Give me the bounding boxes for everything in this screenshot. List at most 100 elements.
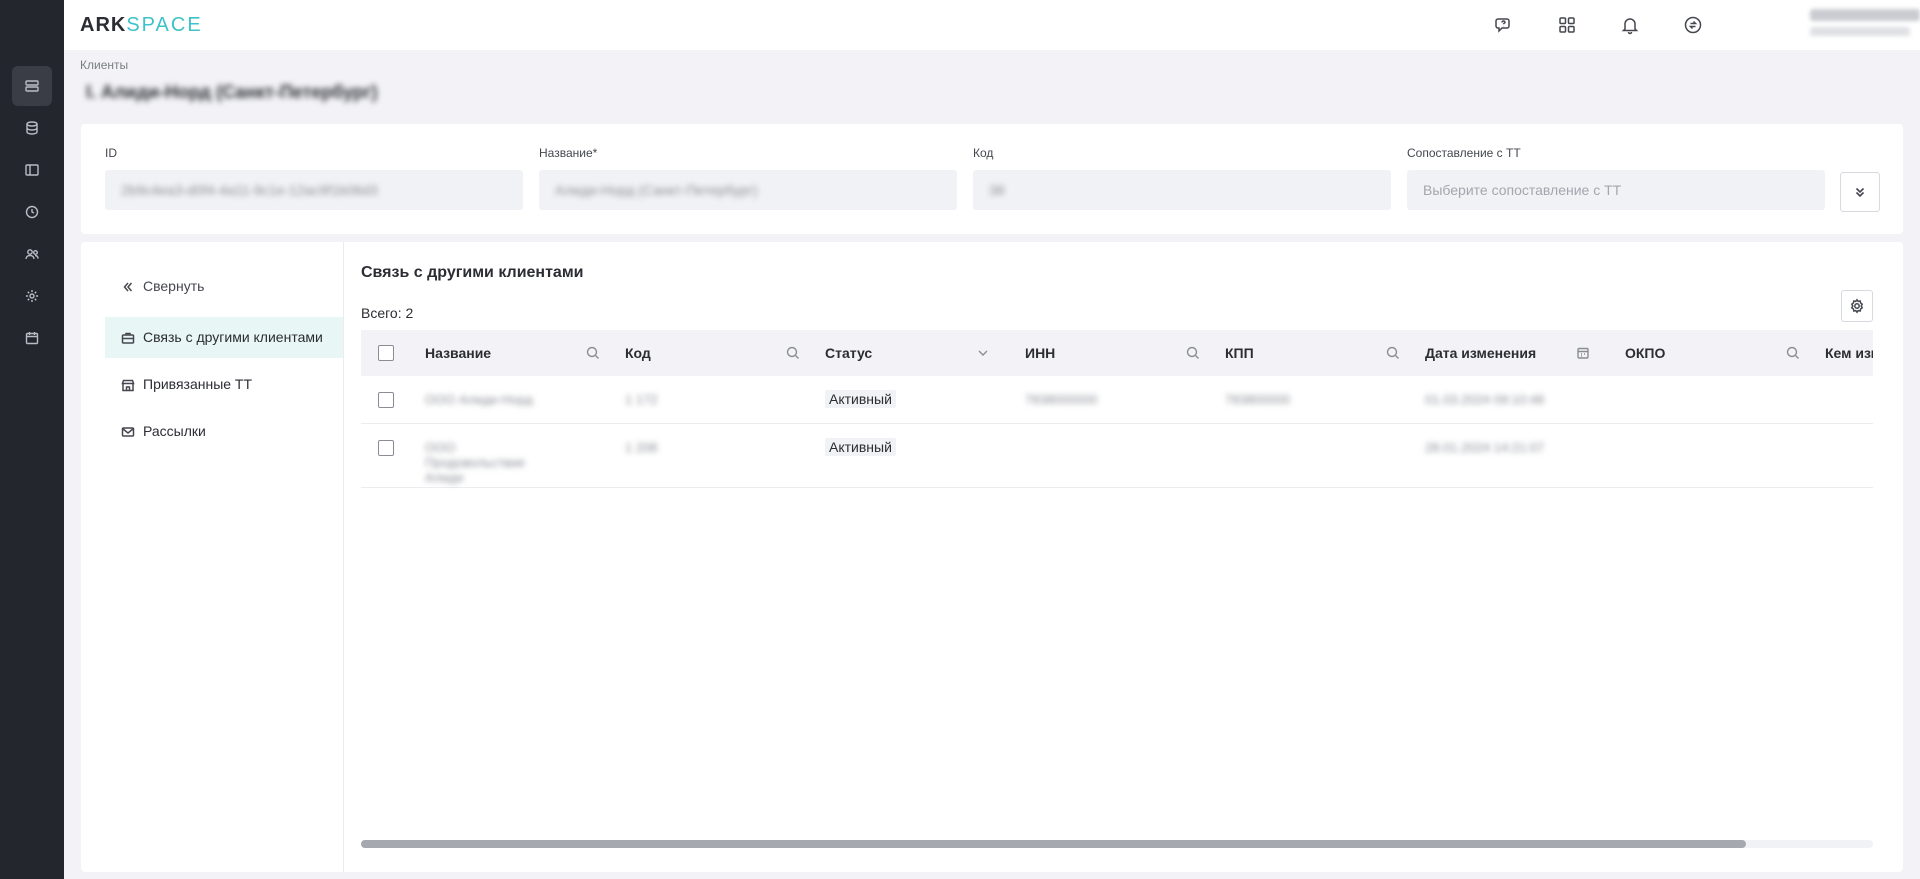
cell-name: ООО Алиди-Норд <box>425 392 533 407</box>
client-form-card: ID 2b9c4ea3-d0f4-4a11-9c1e-12ac9f1b06d3 … <box>81 124 1903 234</box>
expand-form-button[interactable] <box>1840 172 1880 212</box>
column-title: ИНН <box>1025 345 1056 361</box>
page-title: I. Алиди-Норд (Санкт-Петербург) <box>86 82 378 102</box>
column-header-changed-by[interactable]: Кем изм <box>1825 330 1873 376</box>
cell-kpp: 783800000 <box>1225 392 1291 407</box>
logo-ark: ARK <box>80 14 127 36</box>
divider <box>343 242 344 872</box>
search-icon[interactable] <box>1385 345 1401 361</box>
match-select[interactable]: Выберите сопоставление с ТТ <box>1407 170 1825 210</box>
rail-layout-icon[interactable] <box>12 150 52 190</box>
table-row[interactable]: ООО Алиди-Норд 1 172 Активный 7838000000… <box>361 376 1873 424</box>
name-value: Алиди-Норд (Санкт-Петербург) <box>555 182 758 198</box>
column-title: Код <box>625 345 651 361</box>
collapse-label: Свернуть <box>143 278 205 294</box>
name-input[interactable]: Алиди-Норд (Санкт-Петербург) <box>539 170 957 210</box>
section-title: Связь с другими клиентами <box>361 264 584 281</box>
logo-space: SPACE <box>126 14 203 36</box>
column-header-okpo[interactable]: ОКПО <box>1625 330 1815 376</box>
cell-name: ООО Продовольствие Алиди <box>425 440 526 485</box>
column-title: Кем изм <box>1825 345 1873 361</box>
code-input[interactable]: 38 <box>973 170 1391 210</box>
name-label: Название* <box>539 146 598 160</box>
double-chevron-down-icon <box>1855 187 1865 198</box>
horizontal-scrollbar[interactable] <box>361 840 1873 848</box>
calendar-icon[interactable] <box>1575 345 1591 361</box>
bell-icon[interactable] <box>1618 13 1642 37</box>
table-row[interactable]: ООО Продовольствие Алиди 1 208 Активный … <box>361 424 1873 488</box>
app-logo[interactable]: ARKSPACE <box>80 14 203 37</box>
rail-users-icon[interactable] <box>12 234 52 274</box>
cell-code: 1 208 <box>625 440 658 455</box>
rail-settings-icon[interactable] <box>12 276 52 316</box>
sync-icon[interactable] <box>1681 13 1705 37</box>
match-label: Сопоставление с ТТ <box>1407 146 1521 160</box>
column-header-code[interactable]: Код <box>625 330 815 376</box>
store-icon <box>121 379 135 392</box>
cell-code: 1 172 <box>625 392 658 407</box>
relations-card: Свернуть Связь с другими клиентами Привя… <box>81 242 1903 872</box>
column-title: Название <box>425 345 492 361</box>
id-input[interactable]: 2b9c4ea3-d0f4-4a11-9c1e-12ac9f1b06d3 <box>105 170 523 210</box>
match-field: Сопоставление с ТТ Выберите сопоставлени… <box>1407 146 1825 210</box>
search-icon[interactable] <box>1185 345 1201 361</box>
support-chat-icon[interactable] <box>1492 13 1516 37</box>
column-title: Статус <box>825 345 873 361</box>
search-icon[interactable] <box>585 345 601 361</box>
breadcrumb[interactable]: Клиенты <box>80 58 128 72</box>
side-item-label: Связь с другими клиентами <box>143 329 323 345</box>
column-header-name[interactable]: Название <box>425 330 615 376</box>
side-item-relations[interactable]: Связь с другими клиентами <box>105 317 343 358</box>
apps-grid-icon[interactable] <box>1555 13 1579 37</box>
user-role-blurred <box>1810 27 1910 36</box>
id-value: 2b9c4ea3-d0f4-4a11-9c1e-12ac9f1b06d3 <box>121 182 378 198</box>
column-header-date[interactable]: Дата изменения <box>1425 330 1615 376</box>
side-item-label: Рассылки <box>143 423 206 439</box>
code-label: Код <box>973 146 994 160</box>
id-field: ID 2b9c4ea3-d0f4-4a11-9c1e-12ac9f1b06d3 <box>105 146 523 210</box>
code-value: 38 <box>989 182 1005 198</box>
column-header-kpp[interactable]: КПП <box>1225 330 1415 376</box>
side-item-mailings[interactable]: Рассылки <box>105 411 343 452</box>
mail-icon <box>121 427 135 437</box>
id-label: ID <box>105 146 117 160</box>
column-header-status[interactable]: Статус <box>825 330 1015 376</box>
briefcase-icon <box>121 332 135 344</box>
row-checkbox[interactable] <box>378 440 394 456</box>
rail-database-icon[interactable] <box>12 108 52 148</box>
rail-clients-icon[interactable] <box>12 66 52 106</box>
user-name-blurred <box>1810 9 1920 21</box>
double-chevron-left-icon <box>123 282 133 292</box>
top-bar: ARKSPACE <box>64 0 1920 50</box>
side-item-linked-tt[interactable]: Привязанные ТТ <box>105 364 343 405</box>
select-all-checkbox[interactable] <box>378 345 394 361</box>
row-checkbox[interactable] <box>378 392 394 408</box>
total-count: Всего: 2 <box>361 305 414 321</box>
table-header: Название Код Статус ИНН КПП Дата изменен… <box>361 330 1873 376</box>
cell-date: 28.01.2024 14:21:07 <box>1425 440 1545 455</box>
scrollbar-thumb[interactable] <box>361 840 1746 848</box>
side-item-label: Привязанные ТТ <box>143 376 253 392</box>
column-header-inn[interactable]: ИНН <box>1025 330 1215 376</box>
table-settings-button[interactable] <box>1841 290 1873 322</box>
chevron-down-icon[interactable] <box>975 345 991 361</box>
search-icon[interactable] <box>1785 345 1801 361</box>
collapse-button[interactable]: Свернуть <box>105 266 343 307</box>
status-badge: Активный <box>825 438 896 456</box>
name-field: Название* Алиди-Норд (Санкт-Петербург) <box>539 146 957 210</box>
side-nav: Свернуть Связь с другими клиентами Привя… <box>105 266 343 452</box>
match-placeholder: Выберите сопоставление с ТТ <box>1423 182 1622 198</box>
rail-clock-icon[interactable] <box>12 192 52 232</box>
column-title: КПП <box>1225 345 1254 361</box>
cell-date: 01.03.2024 09:10:48 <box>1425 392 1545 407</box>
column-title: Дата изменения <box>1425 345 1537 361</box>
relations-table: Название Код Статус ИНН КПП Дата изменен… <box>361 330 1873 842</box>
relations-content: Связь с другими клиентами Всего: 2 Назва… <box>361 242 1903 872</box>
left-rail <box>0 0 64 879</box>
rail-calendar-icon[interactable] <box>12 318 52 358</box>
user-profile[interactable] <box>1810 9 1920 41</box>
search-icon[interactable] <box>785 345 801 361</box>
gear-icon <box>1850 298 1864 314</box>
cell-inn: 7838000000 <box>1025 392 1098 407</box>
status-badge: Активный <box>825 390 896 408</box>
